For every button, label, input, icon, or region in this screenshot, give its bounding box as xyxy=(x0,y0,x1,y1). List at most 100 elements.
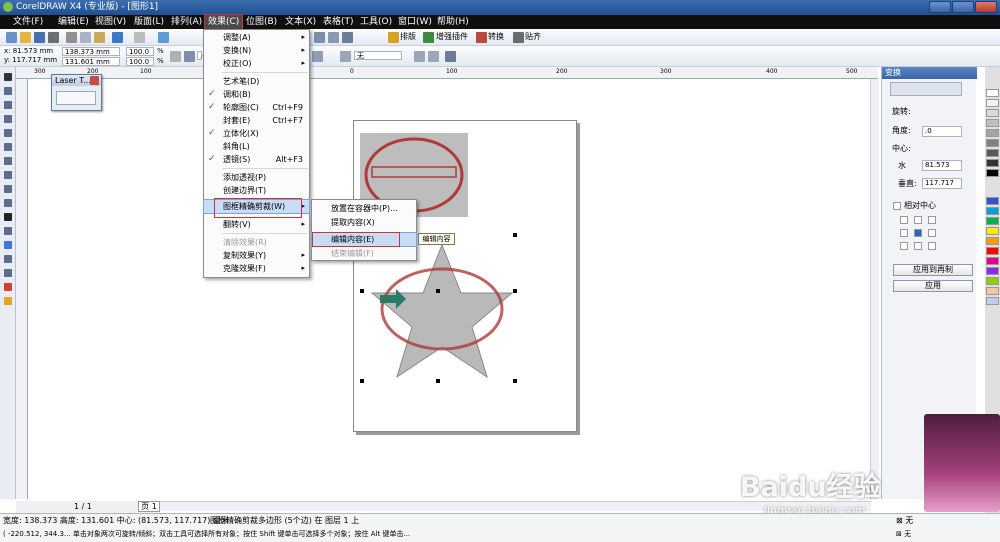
menu-item-envelope[interactable]: 封套(E) Ctrl+F7 xyxy=(204,114,309,127)
swatch[interactable] xyxy=(986,297,999,305)
mirror-icon[interactable] xyxy=(312,51,323,62)
swatch-magenta[interactable] xyxy=(986,257,999,265)
toolbar-label-convert[interactable]: 转换 xyxy=(488,31,504,43)
basic-shapes-icon[interactable] xyxy=(4,199,12,207)
layout-plugin-icon[interactable] xyxy=(388,32,399,43)
interactive-tool-icon[interactable] xyxy=(4,241,12,249)
fill-tool-icon[interactable] xyxy=(4,283,12,291)
ellipse-tool-icon[interactable] xyxy=(4,171,12,179)
convert-icon[interactable] xyxy=(476,32,487,43)
laser-tool-window[interactable]: Laser T... xyxy=(51,74,102,111)
page-tab[interactable]: 页 1 xyxy=(138,501,160,512)
rotation-field[interactable]: .0 xyxy=(197,51,207,60)
menu-file[interactable]: 文件(F) xyxy=(10,15,46,29)
width-field[interactable]: 138.373 mm xyxy=(62,47,120,56)
text-tool-icon[interactable] xyxy=(4,213,12,221)
menu-item-lens[interactable]: ✓ 透镜(S) Alt+F3 xyxy=(204,153,309,166)
powerclip-star[interactable] xyxy=(360,239,520,389)
swatch[interactable] xyxy=(986,119,999,127)
anchor-radio[interactable] xyxy=(928,216,936,224)
center-y-field[interactable]: 117.717 xyxy=(922,178,962,189)
menu-help[interactable]: 帮助(H) xyxy=(434,15,472,29)
outline-width-select[interactable]: 无 xyxy=(354,51,402,60)
selection-handle[interactable] xyxy=(360,289,364,293)
menu-item-add-perspective[interactable]: 添加透视(P) xyxy=(204,171,309,184)
menu-item-transform[interactable]: 变换(N) ▸ xyxy=(204,44,309,57)
swatch[interactable] xyxy=(986,159,999,167)
anchor-radio[interactable] xyxy=(900,242,908,250)
selection-handle[interactable] xyxy=(513,289,517,293)
y-position[interactable]: y: 117.717 mm xyxy=(4,54,57,66)
apply-to-duplicate-button[interactable]: 应用到再制 xyxy=(893,264,973,276)
swatch-green[interactable] xyxy=(986,217,999,225)
copy-icon[interactable] xyxy=(80,32,91,43)
menu-effects[interactable]: 效果(C) xyxy=(203,14,244,30)
menu-tools[interactable]: 工具(O) xyxy=(357,15,395,29)
interactive-fill-icon[interactable] xyxy=(4,297,12,305)
anchor-radio[interactable] xyxy=(900,229,908,237)
selection-handle[interactable] xyxy=(436,289,440,293)
menu-item-clone-effect[interactable]: 克隆效果(F) ▸ xyxy=(204,262,309,275)
menu-item-flip[interactable]: 翻转(V) ▸ xyxy=(204,218,309,231)
swatch-cyan[interactable] xyxy=(986,207,999,215)
anchor-radio[interactable] xyxy=(914,242,922,250)
swatch-orange[interactable] xyxy=(986,237,999,245)
zoom-tool-icon[interactable] xyxy=(4,115,12,123)
height-field[interactable]: 131.601 mm xyxy=(62,57,120,66)
document-page[interactable] xyxy=(353,120,577,432)
redo-icon[interactable] xyxy=(134,32,145,43)
submenu-place-inside[interactable]: 放置在容器中(P)... xyxy=(312,202,416,215)
polygon-tool-icon[interactable] xyxy=(4,185,12,193)
lock-ratio-icon[interactable] xyxy=(170,51,181,62)
pan-icon[interactable] xyxy=(328,32,339,43)
paste-icon[interactable] xyxy=(94,32,105,43)
selection-handle[interactable] xyxy=(513,233,517,237)
anchor-radio[interactable] xyxy=(900,216,908,224)
anchor-radio[interactable] xyxy=(914,216,922,224)
apply-button[interactable]: 应用 xyxy=(893,280,973,292)
to-front-icon[interactable] xyxy=(414,51,425,62)
swatch[interactable] xyxy=(986,149,999,157)
menu-table[interactable]: 表格(T) xyxy=(320,15,357,29)
toolbar-label-layout[interactable]: 排版 xyxy=(400,31,416,43)
view-icon[interactable] xyxy=(342,32,353,43)
angle-field[interactable]: .0 xyxy=(922,126,962,137)
toolbar-label-snap[interactable]: 贴齐 xyxy=(525,31,541,43)
outline-tool-icon[interactable] xyxy=(4,269,12,277)
menu-item-blend[interactable]: ✓ 调和(B) xyxy=(204,88,309,101)
minimize-button[interactable] xyxy=(929,1,951,13)
laser-close-icon[interactable] xyxy=(90,76,99,85)
scale-x-field[interactable]: 100.0 xyxy=(126,47,154,56)
open-icon[interactable] xyxy=(20,32,31,43)
shape-tool-icon[interactable] xyxy=(4,87,12,95)
snap-icon[interactable] xyxy=(513,32,524,43)
vertical-scrollbar[interactable] xyxy=(870,79,879,499)
menu-item-correction[interactable]: 校正(O) ▸ xyxy=(204,57,309,70)
menu-item-extrude[interactable]: ✓ 立体化(X) xyxy=(204,127,309,140)
anchor-radio[interactable] xyxy=(928,242,936,250)
menu-item-artistic-media[interactable]: 艺术笔(D) xyxy=(204,75,309,88)
table-tool-icon[interactable] xyxy=(4,227,12,235)
swatch[interactable] xyxy=(986,109,999,117)
save-icon[interactable] xyxy=(34,32,45,43)
close-button[interactable] xyxy=(975,1,997,13)
swatch-red[interactable] xyxy=(986,247,999,255)
smart-fill-icon[interactable] xyxy=(4,143,12,151)
maximize-button[interactable] xyxy=(952,1,974,13)
submenu-extract-contents[interactable]: 提取内容(X) xyxy=(312,216,416,229)
cut-icon[interactable] xyxy=(66,32,77,43)
rotate-icon[interactable] xyxy=(184,51,195,62)
swatch-yellow[interactable] xyxy=(986,227,999,235)
menu-text[interactable]: 文本(X) xyxy=(282,15,319,29)
undo-icon[interactable] xyxy=(112,32,123,43)
swatch-blue[interactable] xyxy=(986,197,999,205)
toolbar-label-enhance[interactable]: 增强插件 xyxy=(436,31,468,43)
scale-y-field[interactable]: 100.0 xyxy=(126,57,154,66)
menu-layout[interactable]: 版面(L) xyxy=(131,15,167,29)
transform-mode-buttons[interactable] xyxy=(890,82,962,96)
selection-handle[interactable] xyxy=(360,379,364,383)
freehand-tool-icon[interactable] xyxy=(4,129,12,137)
wrap-icon[interactable] xyxy=(340,51,351,62)
convert-curves-icon[interactable] xyxy=(445,51,456,62)
anchor-radio-selected[interactable] xyxy=(914,229,922,237)
